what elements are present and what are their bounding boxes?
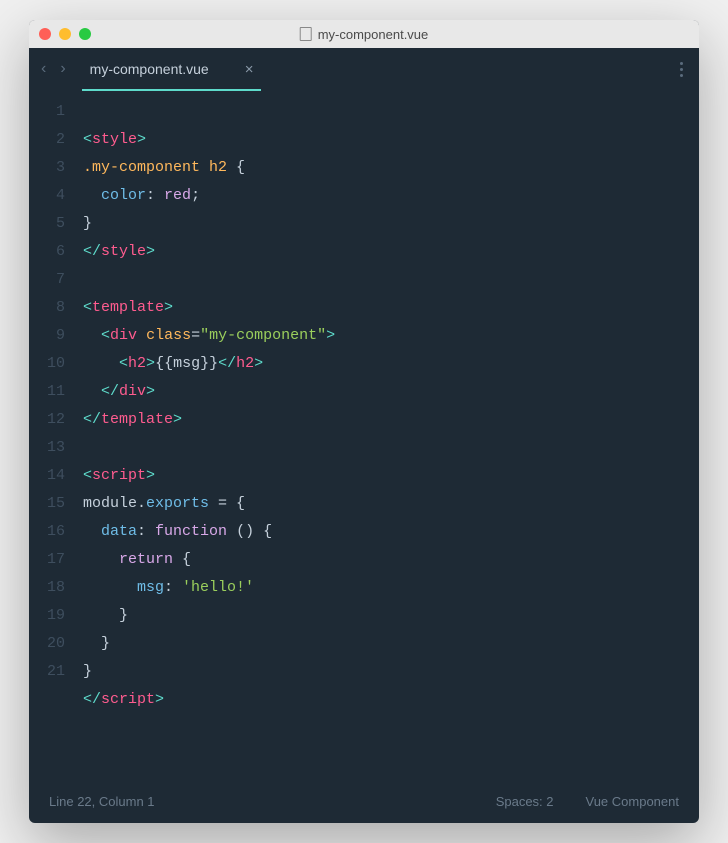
code-line: module.exports = { — [83, 490, 699, 518]
back-button[interactable]: ‹ — [41, 60, 46, 78]
file-icon — [300, 27, 312, 41]
editor-window: my-component.vue ‹ › my-component.vue × … — [29, 20, 699, 823]
code-line: } — [83, 630, 699, 658]
code-line: </template> — [83, 406, 699, 434]
cursor-position[interactable]: Line 22, Column 1 — [49, 794, 155, 809]
code-line: data: function () { — [83, 518, 699, 546]
line-number: 21 — [29, 658, 65, 686]
code-line: color: red; — [83, 182, 699, 210]
close-window-button[interactable] — [39, 28, 51, 40]
tab-underline — [82, 89, 262, 91]
window-filename: my-component.vue — [318, 27, 429, 42]
nav-arrows: ‹ › — [41, 60, 82, 78]
line-number: 11 — [29, 378, 65, 406]
line-number: 4 — [29, 182, 65, 210]
code-content[interactable]: <style>.my-component h2 { color: red;}</… — [83, 98, 699, 770]
line-number: 16 — [29, 518, 65, 546]
forward-button[interactable]: › — [60, 60, 65, 78]
minimize-window-button[interactable] — [59, 28, 71, 40]
maximize-window-button[interactable] — [79, 28, 91, 40]
line-number: 13 — [29, 434, 65, 462]
language-mode[interactable]: Vue Component — [586, 794, 679, 809]
line-number: 20 — [29, 630, 65, 658]
line-number: 6 — [29, 238, 65, 266]
code-line: </style> — [83, 238, 699, 266]
code-line: <script> — [83, 462, 699, 490]
code-editor[interactable]: 1 2 3 4 5 6 7 8 9 10 11 12 13 14 15 16 1… — [29, 90, 699, 786]
line-number: 10 — [29, 350, 65, 378]
traffic-lights — [39, 28, 91, 40]
line-number: 17 — [29, 546, 65, 574]
tab-name: my-component.vue — [90, 61, 209, 77]
line-number: 12 — [29, 406, 65, 434]
code-line: </script> — [83, 686, 699, 714]
line-number: 2 — [29, 126, 65, 154]
tab-active[interactable]: my-component.vue × — [82, 48, 262, 90]
line-gutter: 1 2 3 4 5 6 7 8 9 10 11 12 13 14 15 16 1… — [29, 98, 83, 770]
code-line — [83, 266, 699, 294]
code-line: <div class="my-component"> — [83, 322, 699, 350]
code-line: } — [83, 602, 699, 630]
line-number: 19 — [29, 602, 65, 630]
code-line: return { — [83, 546, 699, 574]
more-menu-button[interactable] — [680, 62, 683, 77]
code-line: } — [83, 658, 699, 686]
line-number: 18 — [29, 574, 65, 602]
line-number: 3 — [29, 154, 65, 182]
code-line — [83, 434, 699, 462]
line-number: 8 — [29, 294, 65, 322]
line-number: 5 — [29, 210, 65, 238]
tab-bar: ‹ › my-component.vue × — [29, 48, 699, 90]
line-number: 7 — [29, 266, 65, 294]
code-line: <style> — [83, 126, 699, 154]
line-number: 14 — [29, 462, 65, 490]
line-number: 9 — [29, 322, 65, 350]
code-line: .my-component h2 { — [83, 154, 699, 182]
code-line: </div> — [83, 378, 699, 406]
status-bar: Line 22, Column 1 Spaces: 2 Vue Componen… — [29, 786, 699, 823]
window-title: my-component.vue — [300, 27, 429, 42]
code-line: <template> — [83, 294, 699, 322]
indent-setting[interactable]: Spaces: 2 — [496, 794, 554, 809]
code-line: msg: 'hello!' — [83, 574, 699, 602]
line-number: 1 — [29, 98, 65, 126]
code-line: <h2>{{msg}}</h2> — [83, 350, 699, 378]
code-line: } — [83, 210, 699, 238]
line-number: 15 — [29, 490, 65, 518]
tab-close-button[interactable]: × — [245, 61, 254, 78]
window-titlebar: my-component.vue — [29, 20, 699, 48]
